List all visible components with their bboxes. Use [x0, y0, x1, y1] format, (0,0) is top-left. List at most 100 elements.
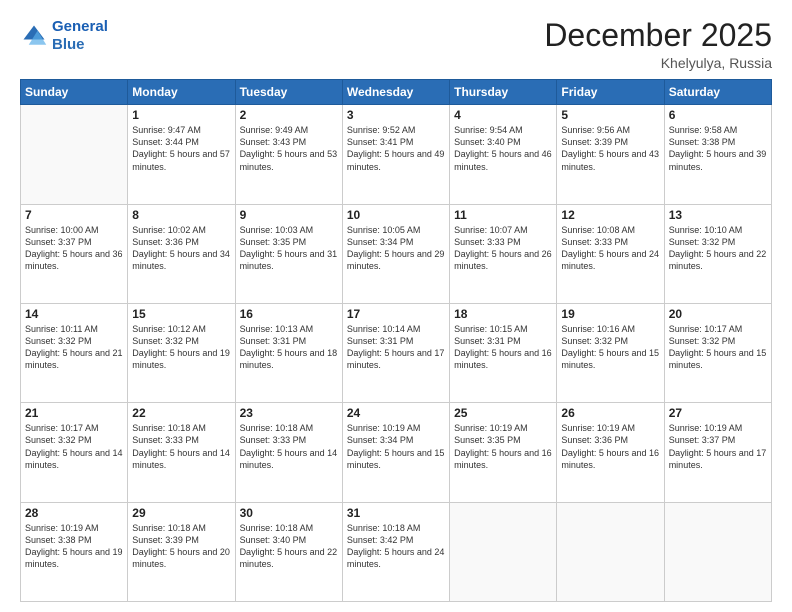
table-row: 19 Sunrise: 10:16 AMSunset: 3:32 PMDayli… — [557, 303, 664, 402]
day-number: 22 — [132, 406, 230, 420]
day-number: 9 — [240, 208, 338, 222]
table-row: 13 Sunrise: 10:10 AMSunset: 3:32 PMDayli… — [664, 204, 771, 303]
table-row: 27 Sunrise: 10:19 AMSunset: 3:37 PMDayli… — [664, 403, 771, 502]
day-number: 24 — [347, 406, 445, 420]
table-row: 29 Sunrise: 10:18 AMSunset: 3:39 PMDayli… — [128, 502, 235, 601]
main-title: December 2025 — [544, 18, 772, 53]
day-number: 27 — [669, 406, 767, 420]
day-number: 18 — [454, 307, 552, 321]
subtitle: Khelyulya, Russia — [544, 55, 772, 71]
table-row: 15 Sunrise: 10:12 AMSunset: 3:32 PMDayli… — [128, 303, 235, 402]
table-row: 16 Sunrise: 10:13 AMSunset: 3:31 PMDayli… — [235, 303, 342, 402]
day-number: 21 — [25, 406, 123, 420]
day-number: 14 — [25, 307, 123, 321]
table-row — [664, 502, 771, 601]
table-row: 7 Sunrise: 10:00 AMSunset: 3:37 PMDaylig… — [21, 204, 128, 303]
day-number: 23 — [240, 406, 338, 420]
col-tuesday: Tuesday — [235, 80, 342, 105]
col-friday: Friday — [557, 80, 664, 105]
day-number: 13 — [669, 208, 767, 222]
table-row: 20 Sunrise: 10:17 AMSunset: 3:32 PMDayli… — [664, 303, 771, 402]
day-number: 3 — [347, 108, 445, 122]
table-row: 8 Sunrise: 10:02 AMSunset: 3:36 PMDaylig… — [128, 204, 235, 303]
day-info: Sunrise: 10:19 AMSunset: 3:36 PMDaylight… — [561, 422, 659, 471]
logo: General Blue — [20, 18, 108, 54]
day-number: 29 — [132, 506, 230, 520]
col-monday: Monday — [128, 80, 235, 105]
logo-icon — [20, 22, 48, 50]
day-info: Sunrise: 10:19 AMSunset: 3:34 PMDaylight… — [347, 422, 445, 471]
day-info: Sunrise: 10:18 AMSunset: 3:42 PMDaylight… — [347, 522, 445, 571]
table-row — [21, 105, 128, 204]
header: General Blue December 2025 Khelyulya, Ru… — [20, 18, 772, 71]
day-number: 15 — [132, 307, 230, 321]
title-block: December 2025 Khelyulya, Russia — [544, 18, 772, 71]
day-number: 20 — [669, 307, 767, 321]
day-info: Sunrise: 9:47 AMSunset: 3:44 PMDaylight:… — [132, 124, 230, 173]
table-row: 2 Sunrise: 9:49 AMSunset: 3:43 PMDayligh… — [235, 105, 342, 204]
col-saturday: Saturday — [664, 80, 771, 105]
day-info: Sunrise: 10:02 AMSunset: 3:36 PMDaylight… — [132, 224, 230, 273]
table-row: 14 Sunrise: 10:11 AMSunset: 3:32 PMDayli… — [21, 303, 128, 402]
table-row: 4 Sunrise: 9:54 AMSunset: 3:40 PMDayligh… — [450, 105, 557, 204]
day-info: Sunrise: 10:15 AMSunset: 3:31 PMDaylight… — [454, 323, 552, 372]
table-row: 1 Sunrise: 9:47 AMSunset: 3:44 PMDayligh… — [128, 105, 235, 204]
day-info: Sunrise: 9:52 AMSunset: 3:41 PMDaylight:… — [347, 124, 445, 173]
day-info: Sunrise: 10:12 AMSunset: 3:32 PMDaylight… — [132, 323, 230, 372]
day-info: Sunrise: 10:18 AMSunset: 3:39 PMDaylight… — [132, 522, 230, 571]
day-info: Sunrise: 10:18 AMSunset: 3:40 PMDaylight… — [240, 522, 338, 571]
day-info: Sunrise: 10:08 AMSunset: 3:33 PMDaylight… — [561, 224, 659, 273]
day-info: Sunrise: 10:00 AMSunset: 3:37 PMDaylight… — [25, 224, 123, 273]
day-info: Sunrise: 9:56 AMSunset: 3:39 PMDaylight:… — [561, 124, 659, 173]
day-info: Sunrise: 10:18 AMSunset: 3:33 PMDaylight… — [132, 422, 230, 471]
day-info: Sunrise: 10:19 AMSunset: 3:38 PMDaylight… — [25, 522, 123, 571]
col-sunday: Sunday — [21, 80, 128, 105]
day-info: Sunrise: 9:49 AMSunset: 3:43 PMDaylight:… — [240, 124, 338, 173]
day-number: 25 — [454, 406, 552, 420]
day-info: Sunrise: 10:17 AMSunset: 3:32 PMDaylight… — [25, 422, 123, 471]
table-row: 22 Sunrise: 10:18 AMSunset: 3:33 PMDayli… — [128, 403, 235, 502]
col-wednesday: Wednesday — [342, 80, 449, 105]
day-number: 12 — [561, 208, 659, 222]
day-info: Sunrise: 10:19 AMSunset: 3:35 PMDaylight… — [454, 422, 552, 471]
calendar-table: Sunday Monday Tuesday Wednesday Thursday… — [20, 79, 772, 602]
day-info: Sunrise: 10:10 AMSunset: 3:32 PMDaylight… — [669, 224, 767, 273]
page: General Blue December 2025 Khelyulya, Ru… — [0, 0, 792, 612]
day-number: 26 — [561, 406, 659, 420]
table-row: 31 Sunrise: 10:18 AMSunset: 3:42 PMDayli… — [342, 502, 449, 601]
table-row: 3 Sunrise: 9:52 AMSunset: 3:41 PMDayligh… — [342, 105, 449, 204]
col-thursday: Thursday — [450, 80, 557, 105]
day-info: Sunrise: 10:03 AMSunset: 3:35 PMDaylight… — [240, 224, 338, 273]
day-number: 10 — [347, 208, 445, 222]
day-info: Sunrise: 9:54 AMSunset: 3:40 PMDaylight:… — [454, 124, 552, 173]
day-number: 28 — [25, 506, 123, 520]
day-info: Sunrise: 10:14 AMSunset: 3:31 PMDaylight… — [347, 323, 445, 372]
day-info: Sunrise: 9:58 AMSunset: 3:38 PMDaylight:… — [669, 124, 767, 173]
day-number: 4 — [454, 108, 552, 122]
table-row: 10 Sunrise: 10:05 AMSunset: 3:34 PMDayli… — [342, 204, 449, 303]
table-row: 12 Sunrise: 10:08 AMSunset: 3:33 PMDayli… — [557, 204, 664, 303]
day-number: 11 — [454, 208, 552, 222]
day-number: 5 — [561, 108, 659, 122]
table-row — [450, 502, 557, 601]
day-number: 16 — [240, 307, 338, 321]
day-number: 17 — [347, 307, 445, 321]
table-row: 21 Sunrise: 10:17 AMSunset: 3:32 PMDayli… — [21, 403, 128, 502]
day-info: Sunrise: 10:13 AMSunset: 3:31 PMDaylight… — [240, 323, 338, 372]
day-number: 2 — [240, 108, 338, 122]
table-row: 30 Sunrise: 10:18 AMSunset: 3:40 PMDayli… — [235, 502, 342, 601]
day-number: 19 — [561, 307, 659, 321]
table-row: 24 Sunrise: 10:19 AMSunset: 3:34 PMDayli… — [342, 403, 449, 502]
header-row: Sunday Monday Tuesday Wednesday Thursday… — [21, 80, 772, 105]
day-info: Sunrise: 10:07 AMSunset: 3:33 PMDaylight… — [454, 224, 552, 273]
day-number: 1 — [132, 108, 230, 122]
table-row: 5 Sunrise: 9:56 AMSunset: 3:39 PMDayligh… — [557, 105, 664, 204]
table-row: 26 Sunrise: 10:19 AMSunset: 3:36 PMDayli… — [557, 403, 664, 502]
day-info: Sunrise: 10:11 AMSunset: 3:32 PMDaylight… — [25, 323, 123, 372]
table-row: 25 Sunrise: 10:19 AMSunset: 3:35 PMDayli… — [450, 403, 557, 502]
table-row: 28 Sunrise: 10:19 AMSunset: 3:38 PMDayli… — [21, 502, 128, 601]
day-info: Sunrise: 10:05 AMSunset: 3:34 PMDaylight… — [347, 224, 445, 273]
day-info: Sunrise: 10:16 AMSunset: 3:32 PMDaylight… — [561, 323, 659, 372]
day-number: 6 — [669, 108, 767, 122]
day-number: 31 — [347, 506, 445, 520]
